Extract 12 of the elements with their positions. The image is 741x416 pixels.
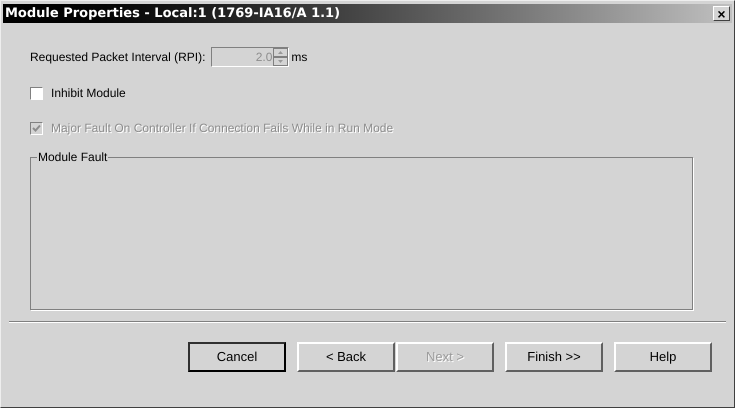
dialog-button[interactable]: Cancel [188, 342, 286, 372]
rpi-unit-label: ms [291, 49, 308, 66]
rpi-value: 2.0 [254, 49, 274, 66]
dialog-button[interactable]: < Back [297, 342, 395, 372]
window-title: Module Properties - Local:1 (1769-IA16/A 1.1) [5, 4, 340, 23]
close-button[interactable]: × [713, 6, 730, 21]
checkbox-label: Inhibit Module [51, 85, 126, 102]
checkbox-label: Major Fault On Controller If Connection Fails While in Run Mode [51, 120, 394, 137]
dialog-button[interactable]: Help [614, 342, 712, 372]
dialog-button[interactable]: Finish >> [505, 342, 603, 372]
checkbox[interactable] [30, 86, 43, 100]
rpi-label: Requested Packet Interval (RPI): [30, 49, 206, 66]
